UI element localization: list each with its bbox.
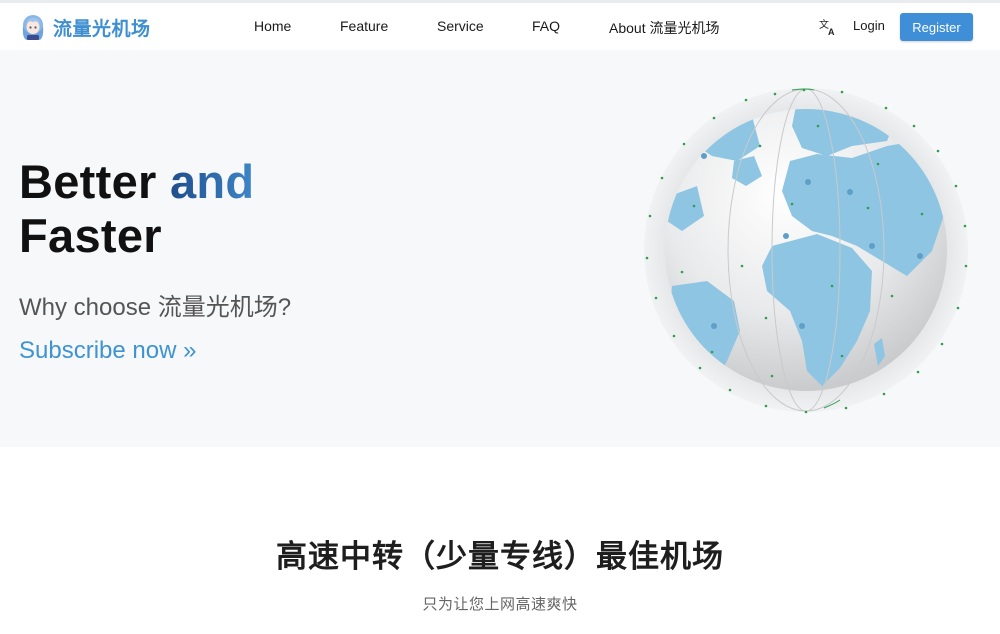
svg-text:A: A [828,27,835,37]
section-title: 高速中转（少量专线）最佳机场 [276,539,724,575]
hero-title-word-and: and [169,155,255,208]
login-link[interactable]: Login [853,18,885,33]
brand-link[interactable]: 流量光机场 [18,12,151,42]
nav-faq[interactable]: FAQ [532,18,560,34]
hero-section: Better and Faster Why choose 流量光机场? Subs… [0,50,1000,447]
anime-character-logo-icon [22,15,44,40]
register-button[interactable]: Register [900,13,973,41]
brand-name: 流量光机场 [53,17,151,40]
section-subtitle: 只为让您上网高速爽快 [422,595,578,613]
nav-service[interactable]: Service [437,18,484,34]
globe-illustration-icon [644,88,968,414]
hero-title-word-faster: Faster [19,209,162,262]
nav-about[interactable]: About 流量光机场 [609,18,719,38]
hero-subtitle: Why choose 流量光机场? [19,294,292,321]
subscribe-link[interactable]: Subscribe now » [19,337,196,365]
hero-title-word-better: Better [19,155,157,208]
hero-title: Better and Faster [19,155,254,263]
nav-feature[interactable]: Feature [340,18,388,34]
translate-icon[interactable]: 文 A [818,17,838,37]
nav-home[interactable]: Home [254,18,291,34]
site-header: 流量光机场 Home Feature Service FAQ About 流量光… [0,3,1000,50]
